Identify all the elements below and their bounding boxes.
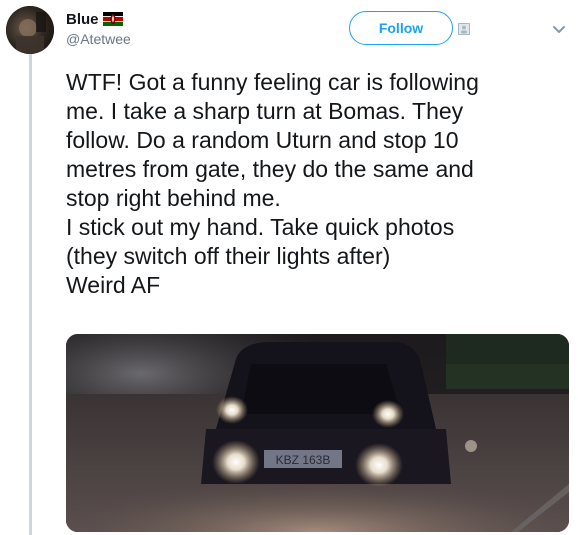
tweet-text-line: I stick out my hand. Take quick photos: [66, 214, 455, 240]
license-plate: KBZ 163B: [276, 453, 331, 467]
kenya-flag-icon: [102, 12, 123, 26]
tweet-text-line: Weird AF: [66, 272, 161, 298]
author-block[interactable]: Blue @Atetwee: [66, 9, 131, 48]
user-handle[interactable]: @Atetwee: [66, 31, 131, 47]
avatar[interactable]: [6, 6, 54, 54]
tweet-text-line: WTF! Got a funny feeling car is followin…: [66, 69, 479, 95]
follow-button[interactable]: Follow: [349, 11, 453, 45]
display-name[interactable]: Blue: [66, 11, 99, 28]
tweet-text: WTF! Got a funny feeling car is followin…: [66, 68, 571, 300]
thread-line: [29, 54, 32, 535]
chevron-down-icon[interactable]: [550, 20, 568, 38]
tweet-text-line: me. I take a sharp turn at Bomas. They: [66, 98, 464, 124]
tweet-text-line: stop right behind me.: [66, 185, 281, 211]
tweet-text-line: (they switch off their lights after): [66, 243, 391, 269]
tweet-text-line: follow. Do a random Uturn and stop 10: [66, 127, 459, 153]
add-user-icon: [458, 22, 470, 35]
tweet-photo[interactable]: KBZ 163B: [66, 334, 569, 532]
tweet-text-line: metres from gate, they do the same and: [66, 156, 474, 182]
